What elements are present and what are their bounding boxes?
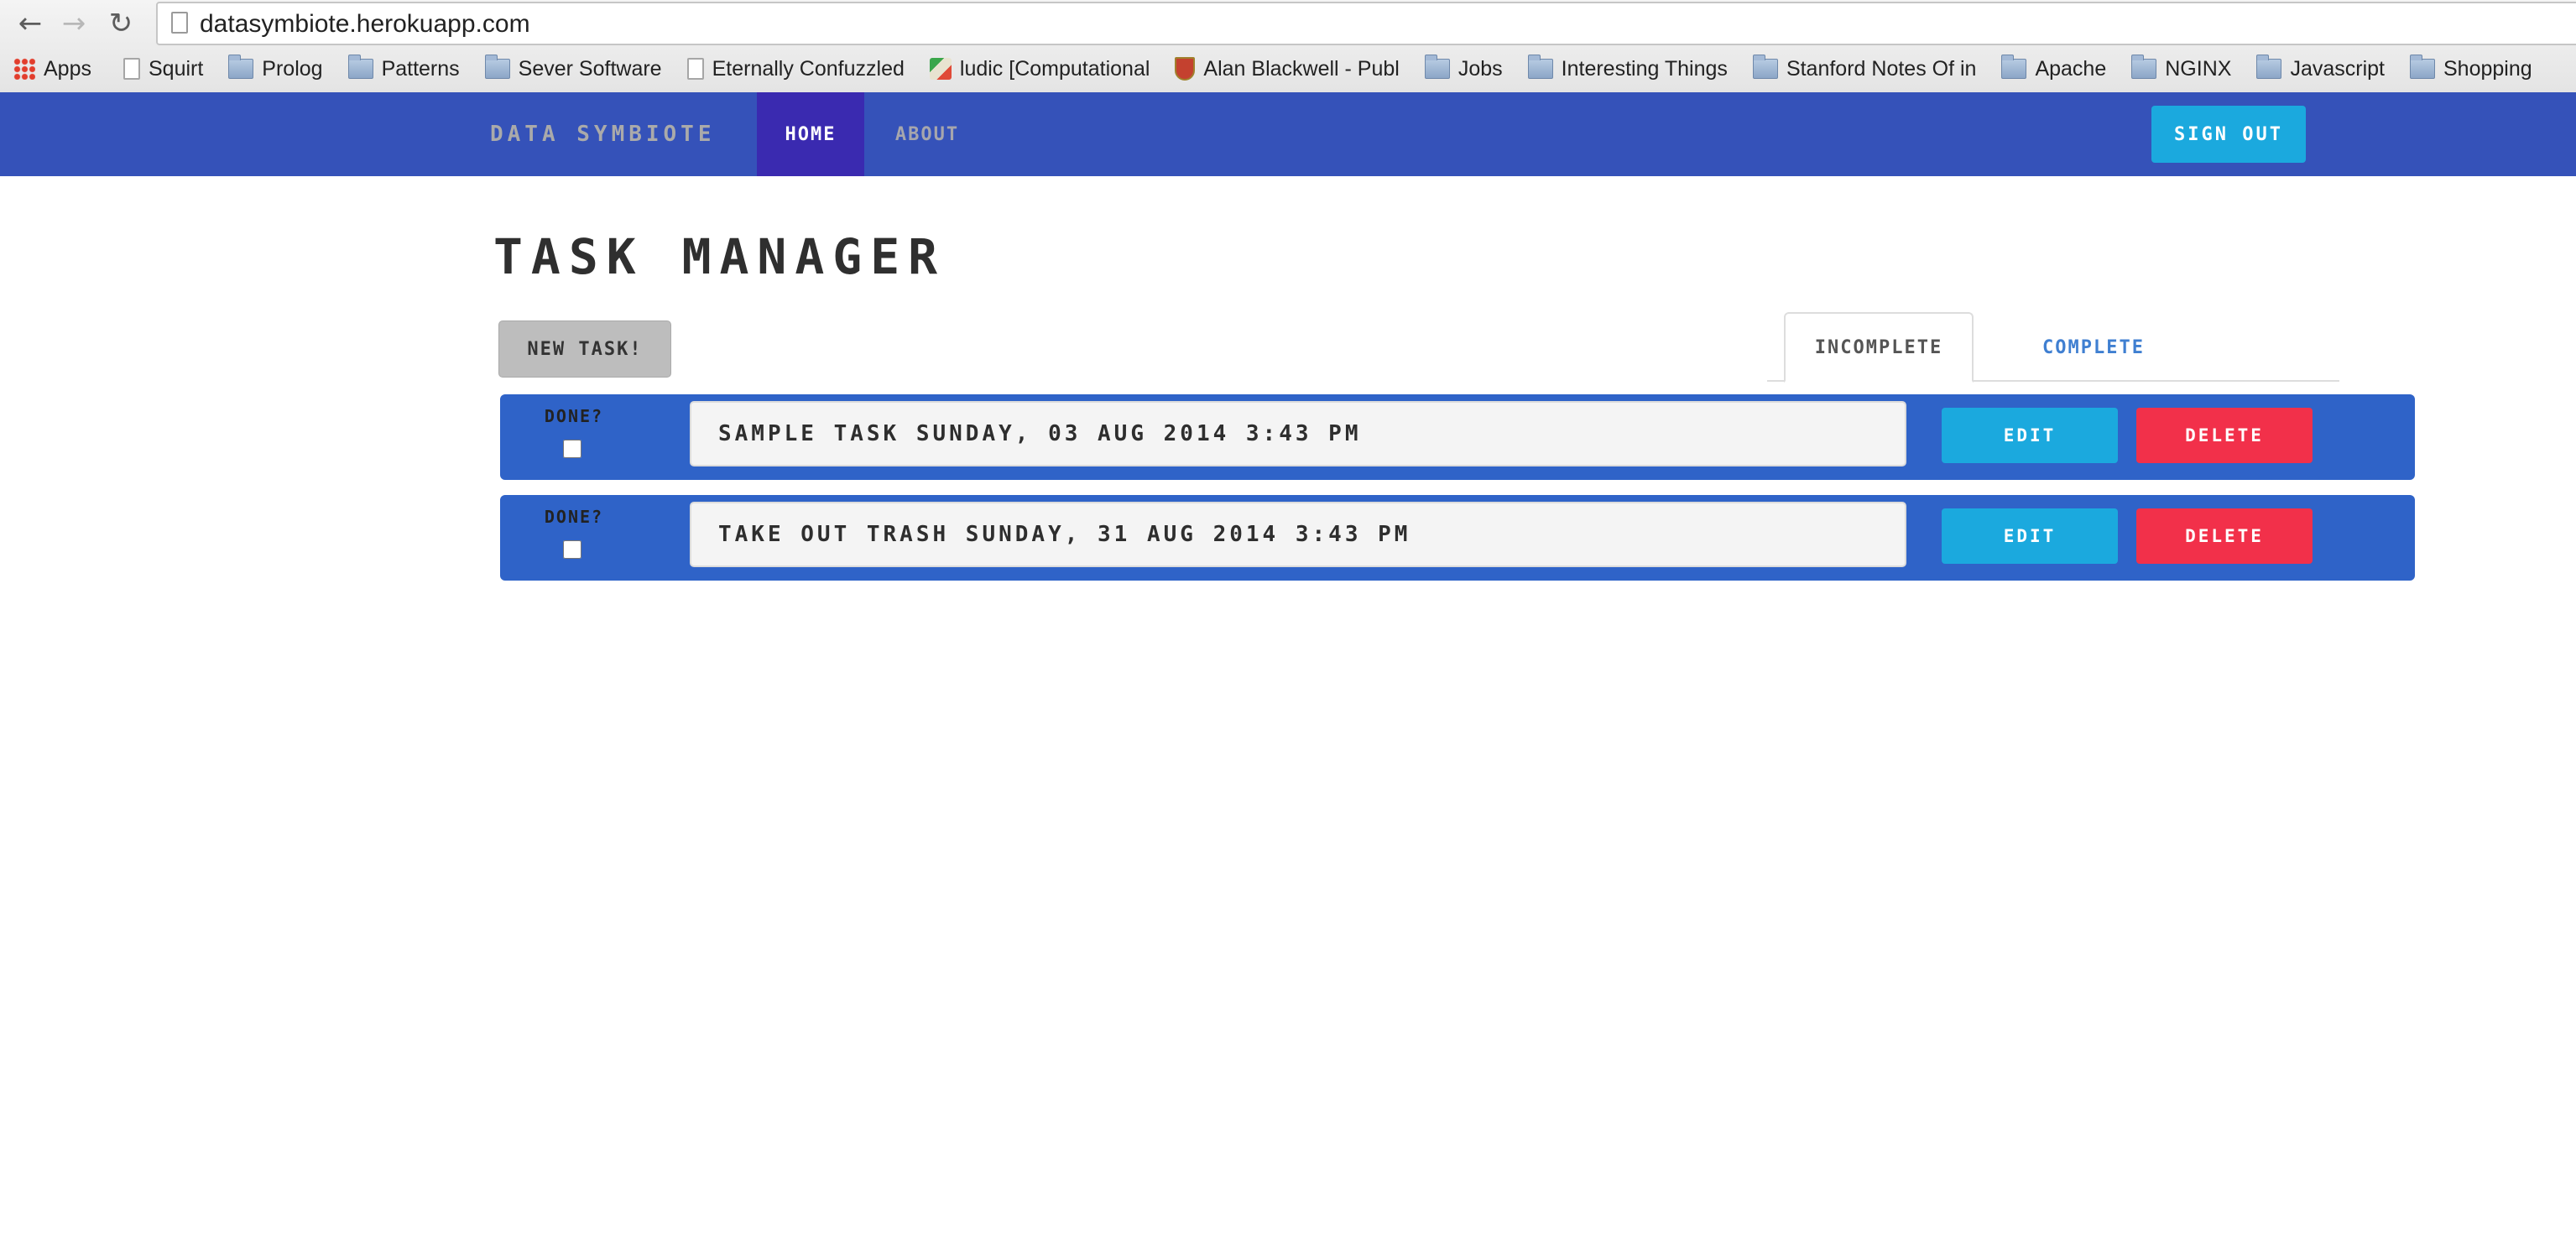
folder-icon [2256,55,2282,79]
folder-icon [2001,55,2027,79]
apps-icon [13,58,35,80]
back-arrow-icon[interactable]: ← [12,5,49,42]
bookmark-ludic[interactable]: ludic [Computational [929,56,1150,81]
done-label: Done? [544,507,604,527]
bookmark-nginx[interactable]: NGINX [2131,55,2232,81]
done-control: Done? [500,394,648,480]
new-task-button[interactable]: New Task! [498,320,671,378]
bookmark-label: NGINX [2165,56,2232,81]
bookmark-label: Patterns [381,56,460,81]
folder-icon [2131,55,2157,79]
bookmark-label: Shopping [2443,56,2532,81]
bookmark-label: Javascript [2290,56,2385,81]
bookmark-apps[interactable]: Apps [13,57,91,81]
folder-icon [1527,55,1553,79]
bookmark-label: Stanford Notes Of in [1786,56,1977,81]
delete-button[interactable]: Delete [2136,408,2313,463]
done-checkbox[interactable] [563,540,581,559]
delete-button[interactable]: Delete [2136,508,2313,564]
bookmark-label: Jobs [1457,56,1503,81]
tab-complete[interactable]: Complete [1999,312,2188,383]
nav-about[interactable]: About [864,92,990,176]
sign-out-button[interactable]: Sign Out [2151,106,2306,163]
bookmark-interesting-things[interactable]: Interesting Things [1527,55,1728,81]
done-control: Done? [500,495,648,581]
bookmark-label: Eternally Confuzzled [712,56,905,81]
done-checkbox[interactable] [563,440,581,458]
bookmark-label: ludic [Computational [959,56,1150,81]
nav-home[interactable]: Home [757,92,864,176]
edit-button[interactable]: Edit [1942,508,2118,564]
brand-link[interactable]: Data Symbiote [490,92,716,176]
folder-icon [228,55,254,79]
task-row: Done? Sample Task Sunday, 03 Aug 2014 3:… [500,394,2415,480]
url-text[interactable]: datasymbiote.herokuapp.com [200,10,530,39]
task-text: Take out Trash Sunday, 31 Aug 2014 3:43 … [690,502,1906,567]
bookmarks-bar: Apps Squirt Prolog Patterns Sever Softwa… [0,49,2576,89]
bookmark-prolog[interactable]: Prolog [228,55,323,81]
bookmark-squirt[interactable]: Squirt [123,57,203,81]
page-icon [686,58,704,80]
folder-icon [484,55,510,79]
bookmark-label: Alan Blackwell - Publ [1203,56,1400,81]
folder-icon [1424,55,1450,79]
page-icon [123,58,140,80]
bookmark-label: Apache [2035,56,2107,81]
browser-chrome: ← → ↻ datasymbiote.herokuapp.com Apps Sq… [0,0,2576,93]
bookmark-stanford-notes[interactable]: Stanford Notes Of in [1752,55,1977,81]
bookmark-label: Squirt [148,56,204,81]
edit-button[interactable]: Edit [1942,408,2118,463]
bookmark-label: Sever Software [518,56,662,81]
app-navbar: Data Symbiote Home About Sign Out [0,92,2576,176]
task-row: Done? Take out Trash Sunday, 31 Aug 2014… [500,495,2415,581]
bookmark-label: Prolog [262,56,323,81]
bookmark-javascript[interactable]: Javascript [2256,55,2385,81]
page-icon [171,12,188,34]
bookmark-jobs[interactable]: Jobs [1424,55,1503,81]
bookmark-apache[interactable]: Apache [2001,55,2107,81]
bookmark-shopping[interactable]: Shopping [2409,55,2532,81]
bookmark-alan-blackwell[interactable]: Alan Blackwell - Publ [1175,56,1400,81]
address-bar[interactable]: datasymbiote.herokuapp.com [156,2,2576,45]
folder-icon [347,55,373,79]
done-label: Done? [544,406,604,426]
ludic-icon [929,58,952,80]
page-title: Task Manager [493,228,946,285]
tab-incomplete[interactable]: Incomplete [1784,312,1974,383]
bookmark-patterns[interactable]: Patterns [347,55,460,81]
reload-icon[interactable]: ↻ [102,5,139,42]
bookmark-sever-software[interactable]: Sever Software [484,55,662,81]
forward-arrow-icon[interactable]: → [55,5,92,42]
task-text: Sample Task Sunday, 03 Aug 2014 3:43 PM [690,401,1906,466]
bookmark-label: Interesting Things [1561,56,1728,81]
bookmark-label: Apps [44,56,91,81]
folder-icon [1752,55,1778,79]
folder-icon [2409,55,2435,79]
bookmark-eternally-confuzzled[interactable]: Eternally Confuzzled [686,56,905,81]
crest-icon [1175,57,1196,81]
